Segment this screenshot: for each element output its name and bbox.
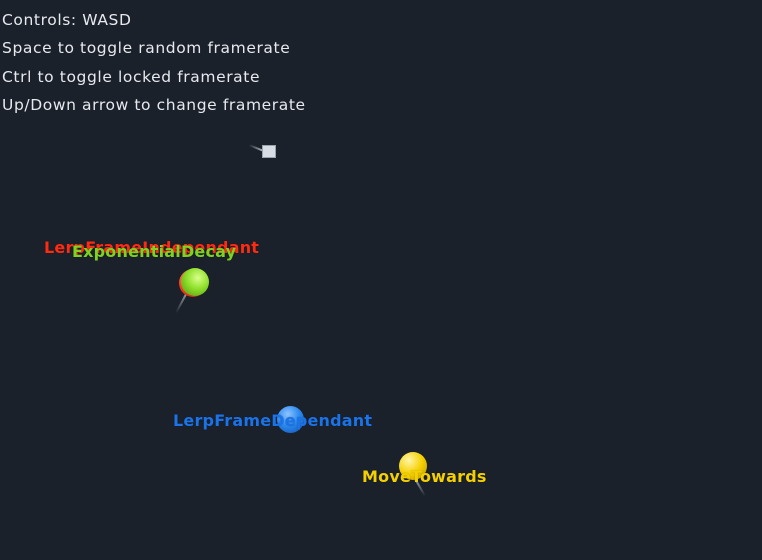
controls-hud: Controls: WASD Space to toggle random fr…: [2, 6, 306, 119]
move-towards-label: MoveTowards: [362, 467, 487, 486]
exponential-decay-ball: [181, 268, 209, 296]
locked-framerate-hint: Ctrl to toggle locked framerate: [2, 67, 261, 86]
lerp-frame-dependant-label: LerpFrameDependant: [173, 411, 373, 430]
random-framerate-hint: Space to toggle random framerate: [2, 39, 291, 58]
game-viewport[interactable]: Controls: WASD Space to toggle random fr…: [0, 0, 762, 560]
controls-text: Controls: WASD: [2, 11, 132, 29]
target-cube: [262, 145, 276, 158]
change-framerate-hint: Up/Down arrow to change framerate: [2, 95, 306, 114]
exponential-decay-label: ExponentialDecay: [72, 242, 237, 261]
